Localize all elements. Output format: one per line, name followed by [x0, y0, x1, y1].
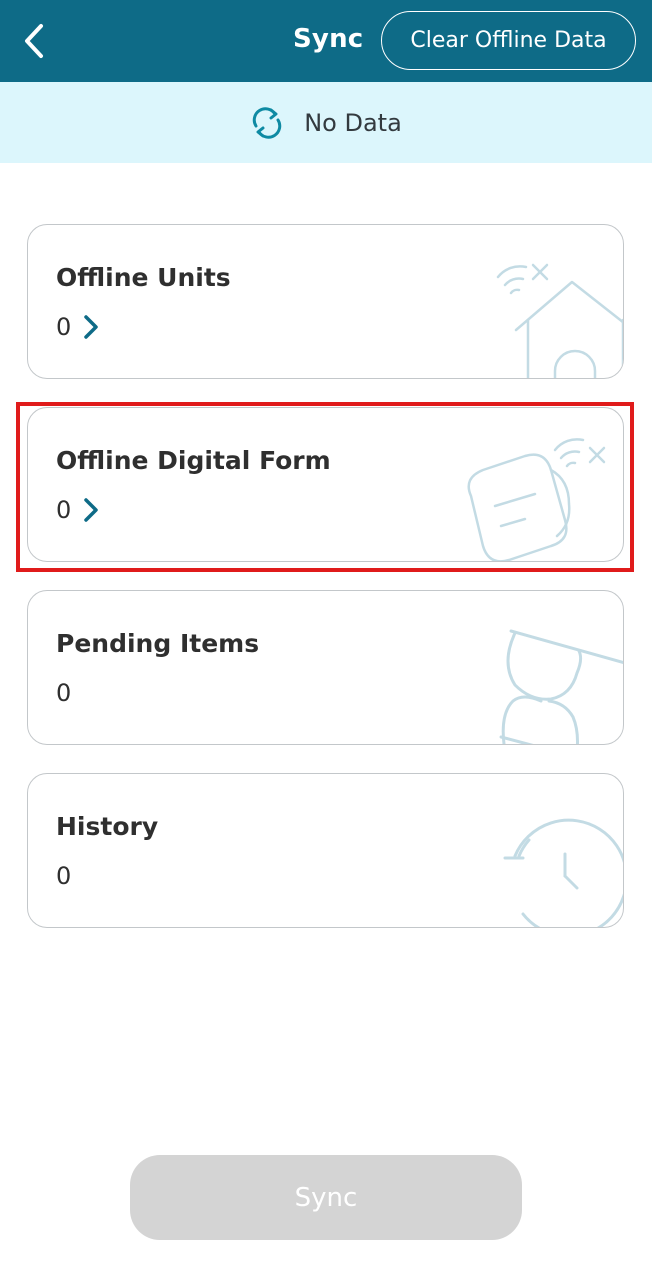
card-title: History — [56, 812, 159, 841]
chevron-right-icon[interactable] — [83, 497, 99, 523]
app-header: Sync Clear Offline Data — [0, 0, 652, 82]
card-count: 0 — [56, 496, 72, 524]
card-count: 0 — [56, 313, 72, 341]
status-text: No Data — [304, 108, 402, 137]
page-title: Sync — [293, 24, 364, 54]
sync-status-bar: No Data — [0, 82, 652, 163]
sync-button[interactable]: Sync — [130, 1155, 522, 1240]
card-title: Pending Items — [56, 629, 260, 658]
card-offline-digital-form[interactable]: Offline Digital Form 0 — [27, 407, 624, 562]
sync-icon — [253, 106, 282, 139]
card-count: 0 — [56, 679, 72, 707]
card-title: Offline Digital Form — [56, 446, 331, 475]
card-offline-units[interactable]: Offline Units 0 — [27, 224, 624, 379]
chevron-right-icon[interactable] — [83, 314, 99, 340]
back-button[interactable] — [14, 20, 54, 62]
clear-offline-data-button[interactable]: Clear Offline Data — [381, 11, 636, 70]
chevron-left-icon — [25, 24, 43, 58]
card-history[interactable]: History 0 — [27, 773, 624, 928]
card-count: 0 — [56, 862, 72, 890]
house-wifi-off-icon — [496, 263, 623, 378]
card-pending-items[interactable]: Pending Items 0 — [27, 590, 624, 745]
hourglass-icon — [499, 629, 623, 744]
form-wifi-off-icon — [467, 438, 606, 561]
card-title: Offline Units — [56, 263, 231, 292]
clock-icon — [503, 818, 623, 927]
